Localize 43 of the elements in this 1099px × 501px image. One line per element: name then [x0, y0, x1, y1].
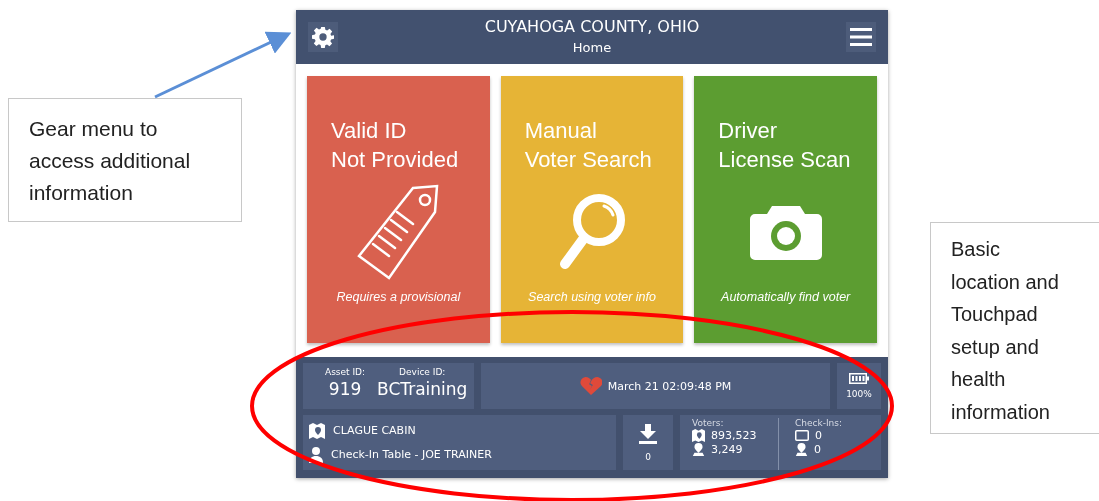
download-icon — [638, 423, 659, 444]
menu-icon — [850, 27, 872, 47]
battery-percent: 100% — [846, 389, 872, 399]
location-person-icon — [795, 443, 808, 456]
checkins-label: Check-Ins: — [795, 418, 843, 428]
page-title: Home — [572, 39, 612, 57]
action-tile[interactable]: Manual Voter Search Search using voter info — [500, 76, 684, 343]
tile-caption: Requires a provisional — [336, 290, 461, 304]
checkins-device: 0 — [815, 429, 822, 442]
asset-id: 919 — [328, 378, 362, 401]
broken-heart-icon — [579, 376, 602, 396]
camera-icon — [749, 204, 822, 260]
map-pin-icon — [692, 429, 705, 442]
map-pin-icon — [309, 422, 325, 439]
person-icon — [309, 446, 323, 463]
battery-icon — [849, 373, 869, 384]
annotation-callout: Basic location and Touchpad setup and health information — [930, 222, 1099, 434]
settings-icon — [312, 26, 334, 48]
annotation-callout: Gear menu to access additional information — [8, 98, 242, 222]
tile-title: Manual Voter Search — [524, 117, 652, 174]
search-icon — [557, 192, 627, 272]
tile-caption: Automatically find voter — [721, 290, 851, 304]
location-name: CLAGUE CABIN — [333, 424, 416, 437]
location-person-icon — [692, 443, 705, 456]
voters-site: 3,249 — [711, 443, 743, 456]
settings-button[interactable] — [308, 22, 338, 52]
tile-caption: Search using voter info — [528, 290, 656, 304]
station-name: Check-In Table - JOE TRAINER — [331, 448, 492, 461]
tile-title: Valid ID Not Provided — [331, 117, 459, 174]
action-tile[interactable]: Valid ID Not Provided Requires a provisional — [307, 76, 490, 343]
action-tile[interactable]: Driver License Scan Automatically find voter — [694, 76, 877, 343]
tile-title: Driver License Scan — [718, 117, 851, 174]
asset-label: Asset ID: — [325, 367, 366, 377]
device-label: Device ID: — [399, 367, 446, 377]
download-count: 0 — [645, 451, 652, 462]
tablet-icon — [795, 430, 809, 441]
county-title: CUYAHOGA COUNTY, OHIO — [484, 16, 700, 38]
menu-button[interactable] — [846, 22, 876, 52]
voters-label: Voters: — [692, 418, 725, 428]
date-time: March 21 02:09:48 PM — [607, 379, 732, 393]
device-id: BCTraining — [377, 378, 468, 401]
voters-total: 893,523 — [711, 429, 757, 442]
checkins-site: 0 — [814, 443, 821, 456]
